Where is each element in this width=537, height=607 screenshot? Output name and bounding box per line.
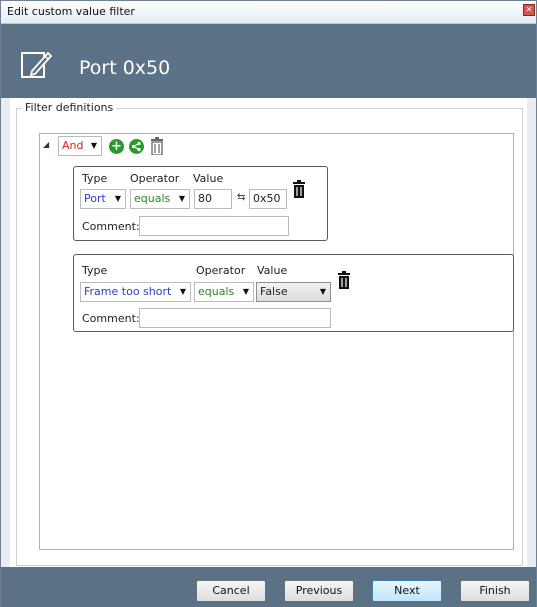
type-label: Type bbox=[82, 172, 108, 185]
value-hex-input[interactable]: 0x50 bbox=[249, 189, 287, 209]
type-combo[interactable]: Port ▼ bbox=[80, 189, 126, 209]
page-title: Port 0x50 bbox=[79, 57, 171, 79]
value-select[interactable]: False ▼ bbox=[256, 282, 331, 302]
header-banner: Port 0x50 bbox=[1, 24, 536, 98]
share-icon[interactable] bbox=[129, 139, 144, 154]
operator-combo[interactable]: equals ▼ bbox=[130, 189, 190, 209]
comment-label: Comment: bbox=[82, 220, 140, 233]
type-combo[interactable]: Frame too short ▼ bbox=[80, 282, 191, 302]
chevron-down-icon: ▼ bbox=[178, 194, 185, 203]
swap-icon[interactable]: ⇆ bbox=[237, 192, 245, 203]
plus-circle-icon[interactable]: + bbox=[109, 139, 124, 154]
cancel-button[interactable]: Cancel bbox=[196, 580, 266, 602]
edit-pencil-icon bbox=[21, 51, 52, 78]
value-decimal-input[interactable]: 80 bbox=[194, 189, 232, 209]
chevron-down-icon: ▼ bbox=[179, 287, 186, 296]
logic-operator-value: And bbox=[62, 139, 84, 152]
type-label: Type bbox=[82, 264, 108, 277]
operator-value: equals bbox=[134, 192, 171, 205]
previous-button[interactable]: Previous bbox=[284, 580, 354, 602]
operator-combo[interactable]: equals ▼ bbox=[194, 282, 254, 302]
type-value: Frame too short bbox=[84, 285, 172, 298]
comment-input[interactable] bbox=[139, 308, 331, 328]
content-area: Filter definitions ◢ And ▼ + Type Operat… bbox=[10, 98, 527, 567]
trash-icon[interactable] bbox=[292, 180, 306, 198]
group-legend: Filter definitions bbox=[22, 101, 117, 114]
value-label: Value bbox=[257, 264, 288, 277]
logic-operator-combo[interactable]: And ▼ bbox=[58, 136, 102, 156]
title-bar: Edit custom value filter ✕ bbox=[1, 1, 536, 24]
footer-bar: Cancel Previous Next Finish bbox=[1, 567, 536, 607]
window-title: Edit custom value filter bbox=[7, 5, 135, 18]
condition-card: Type Operator Value Port ▼ equals ▼ 80 ⇆… bbox=[73, 166, 328, 241]
close-button[interactable]: ✕ bbox=[523, 4, 535, 16]
operator-label: Operator bbox=[130, 172, 180, 185]
filter-tree: ◢ And ▼ + Type Operator Value Port ▼ equ… bbox=[39, 133, 514, 550]
chevron-down-icon: ▼ bbox=[114, 194, 121, 203]
trash-icon[interactable] bbox=[337, 271, 351, 289]
value-label: Value bbox=[193, 172, 224, 185]
finish-button[interactable]: Finish bbox=[460, 580, 530, 602]
next-button[interactable]: Next bbox=[372, 580, 442, 602]
dialog-window: Edit custom value filter ✕ Port 0x50 Fil… bbox=[0, 0, 537, 607]
comment-input[interactable] bbox=[139, 216, 289, 236]
trash-icon[interactable] bbox=[150, 137, 164, 155]
comment-label: Comment: bbox=[82, 312, 140, 325]
type-value: Port bbox=[84, 192, 106, 205]
operator-value: equals bbox=[198, 285, 235, 298]
operator-label: Operator bbox=[196, 264, 246, 277]
collapse-arrow-icon[interactable]: ◢ bbox=[43, 140, 49, 149]
condition-card: Type Operator Value Frame too short ▼ eq… bbox=[73, 254, 514, 332]
filter-definitions-group: Filter definitions ◢ And ▼ + Type Operat… bbox=[16, 101, 523, 566]
chevron-down-icon: ▼ bbox=[90, 141, 97, 150]
chevron-down-icon: ▼ bbox=[319, 287, 326, 296]
value-select-value: False bbox=[260, 285, 288, 298]
chevron-down-icon: ▼ bbox=[242, 287, 249, 296]
